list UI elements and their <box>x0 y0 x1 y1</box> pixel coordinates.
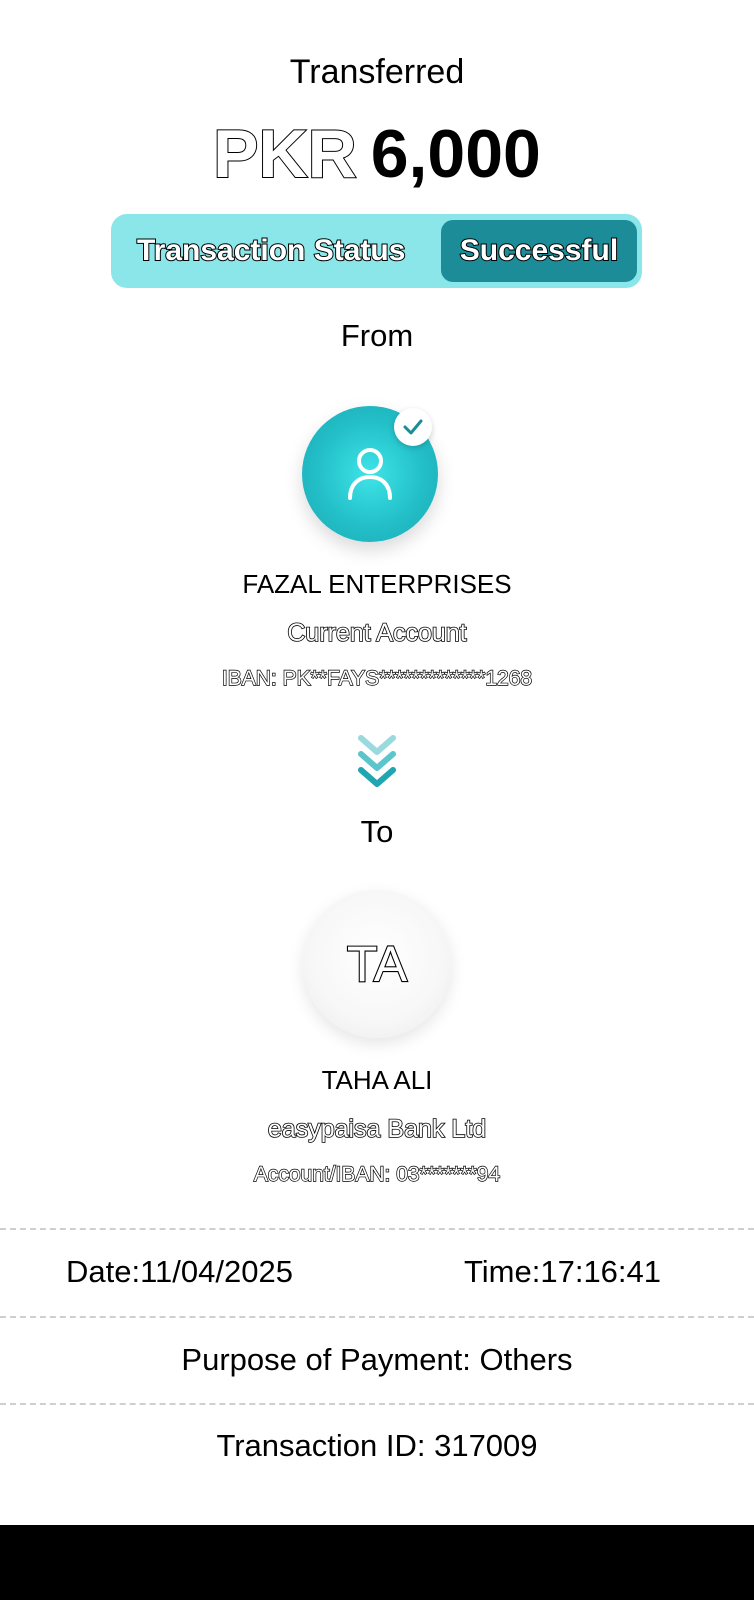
transaction-time: Time:17:16:41 <box>464 1254 662 1289</box>
payment-purpose: Purpose of Payment: Others <box>181 1342 573 1377</box>
sender-name: FAZAL ENTERPRISES <box>242 569 512 599</box>
amount-value: 6,000 <box>370 116 541 192</box>
double-chevron-down-icon <box>358 735 396 787</box>
amount-display: PKR 6,000 <box>0 112 754 196</box>
from-label: From <box>340 318 414 353</box>
check-icon <box>403 419 423 435</box>
sender-iban: IBAN: PK**FAYS*************1268 <box>221 666 533 690</box>
transaction-status-pill: Transaction Status Successful <box>111 214 642 288</box>
transfer-heading: Transferred <box>289 53 465 91</box>
user-icon <box>348 448 392 500</box>
divider <box>0 1228 754 1230</box>
transaction-date: Date:11/04/2025 <box>66 1254 293 1289</box>
recipient-bank: easypaisa Bank Ltd <box>267 1114 487 1144</box>
status-badge: Successful <box>441 220 637 282</box>
transaction-id: Transaction ID: 317009 <box>216 1428 538 1463</box>
verified-badge <box>394 408 432 446</box>
system-navigation-bar <box>0 1525 754 1600</box>
recipient-name: TAHA ALI <box>321 1065 433 1095</box>
recipient-account: Account/IBAN: 03*******94 <box>253 1162 501 1186</box>
divider <box>0 1316 754 1318</box>
sender-account-type: Current Account <box>287 618 468 648</box>
to-label: To <box>360 814 394 849</box>
transaction-status-label: Transaction Status <box>136 233 406 268</box>
recipient-avatar: TA <box>303 890 451 1038</box>
currency-code: PKR <box>212 115 358 193</box>
divider <box>0 1403 754 1405</box>
